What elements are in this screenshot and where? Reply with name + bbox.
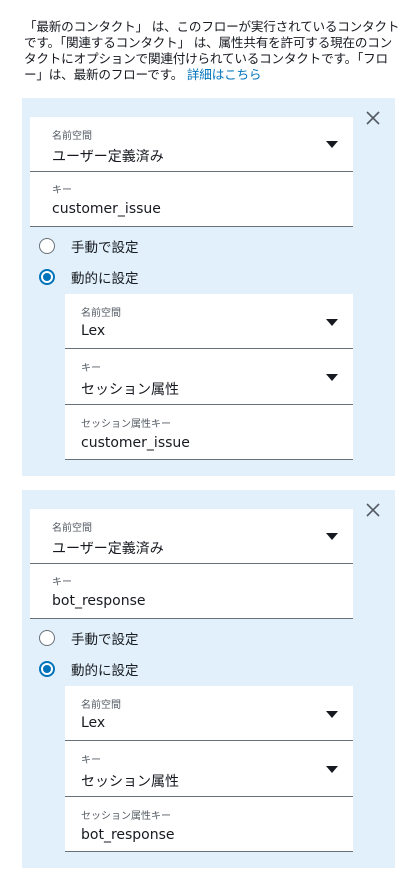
dynamic-key-label: キー [81,755,101,766]
radio-dynamic-label: 動的に設定 [71,663,139,679]
radio-manual[interactable]: 手動で設定 [39,236,139,256]
learn-more-link[interactable]: 詳細はこちら [187,67,262,82]
radio-dynamic[interactable]: 動的に設定 [39,659,139,679]
key-label: キー [52,185,72,196]
attribute-card-1: 名前空間 ユーザー定義済み キー customer_issue 手動で設定 動的… [22,98,395,476]
chevron-down-icon [326,319,338,326]
chevron-down-icon [326,533,338,540]
chevron-down-icon [326,141,338,148]
dynamic-key-value: セッション属性 [81,774,179,790]
namespace-value: ユーザー定義済み [52,541,164,557]
namespace-label: 名前空間 [52,523,92,534]
chevron-down-icon [326,711,338,718]
session-attribute-key-input[interactable]: セッション属性キー bot_response [65,797,353,852]
chevron-down-icon [326,766,338,773]
namespace-label: 名前空間 [52,131,92,142]
radio-dynamic[interactable]: 動的に設定 [39,267,139,287]
dynamic-namespace-dropdown[interactable]: 名前空間 Lex [65,686,353,741]
dynamic-key-dropdown[interactable]: キー セッション属性 [65,741,353,797]
close-icon[interactable] [363,108,383,128]
radio-button-dynamic[interactable] [39,661,55,677]
dynamic-namespace-label: 名前空間 [81,308,121,319]
radio-button-dynamic[interactable] [39,269,55,285]
radio-button-manual[interactable] [39,630,55,646]
dynamic-key-dropdown[interactable]: キー セッション属性 [65,349,353,405]
dynamic-key-value: セッション属性 [81,382,179,398]
session-attribute-key-label: セッション属性キー [81,811,171,822]
session-attribute-key-value: bot_response [81,827,175,843]
session-attribute-key-input[interactable]: セッション属性キー customer_issue [65,405,353,460]
radio-manual[interactable]: 手動で設定 [39,628,139,648]
radio-dynamic-label: 動的に設定 [71,271,139,287]
dynamic-namespace-label: 名前空間 [81,700,121,711]
key-input[interactable]: キー bot_response [30,564,353,619]
chevron-down-icon [326,374,338,381]
attribute-card-2: 名前空間 ユーザー定義済み キー bot_response 手動で設定 動的に設… [22,490,395,868]
close-icon[interactable] [363,500,383,520]
key-value: customer_issue [52,201,161,217]
key-label: キー [52,577,72,588]
session-attribute-key-value: customer_issue [81,435,190,451]
key-value: bot_response [52,593,146,609]
dynamic-namespace-value: Lex [81,323,106,339]
dynamic-namespace-dropdown[interactable]: 名前空間 Lex [65,294,353,349]
radio-manual-label: 手動で設定 [71,240,139,256]
namespace-dropdown[interactable]: 名前空間 ユーザー定義済み [30,117,353,172]
description-text: 「最新のコンタクト」 は、このフローが実行されているコンタクトです。「関連するコ… [24,19,400,83]
namespace-value: ユーザー定義済み [52,149,164,165]
radio-manual-label: 手動で設定 [71,632,139,648]
dynamic-key-label: キー [81,363,101,374]
session-attribute-key-label: セッション属性キー [81,419,171,430]
radio-button-manual[interactable] [39,238,55,254]
dynamic-namespace-value: Lex [81,715,106,731]
namespace-dropdown[interactable]: 名前空間 ユーザー定義済み [30,509,353,564]
key-input[interactable]: キー customer_issue [30,172,353,227]
